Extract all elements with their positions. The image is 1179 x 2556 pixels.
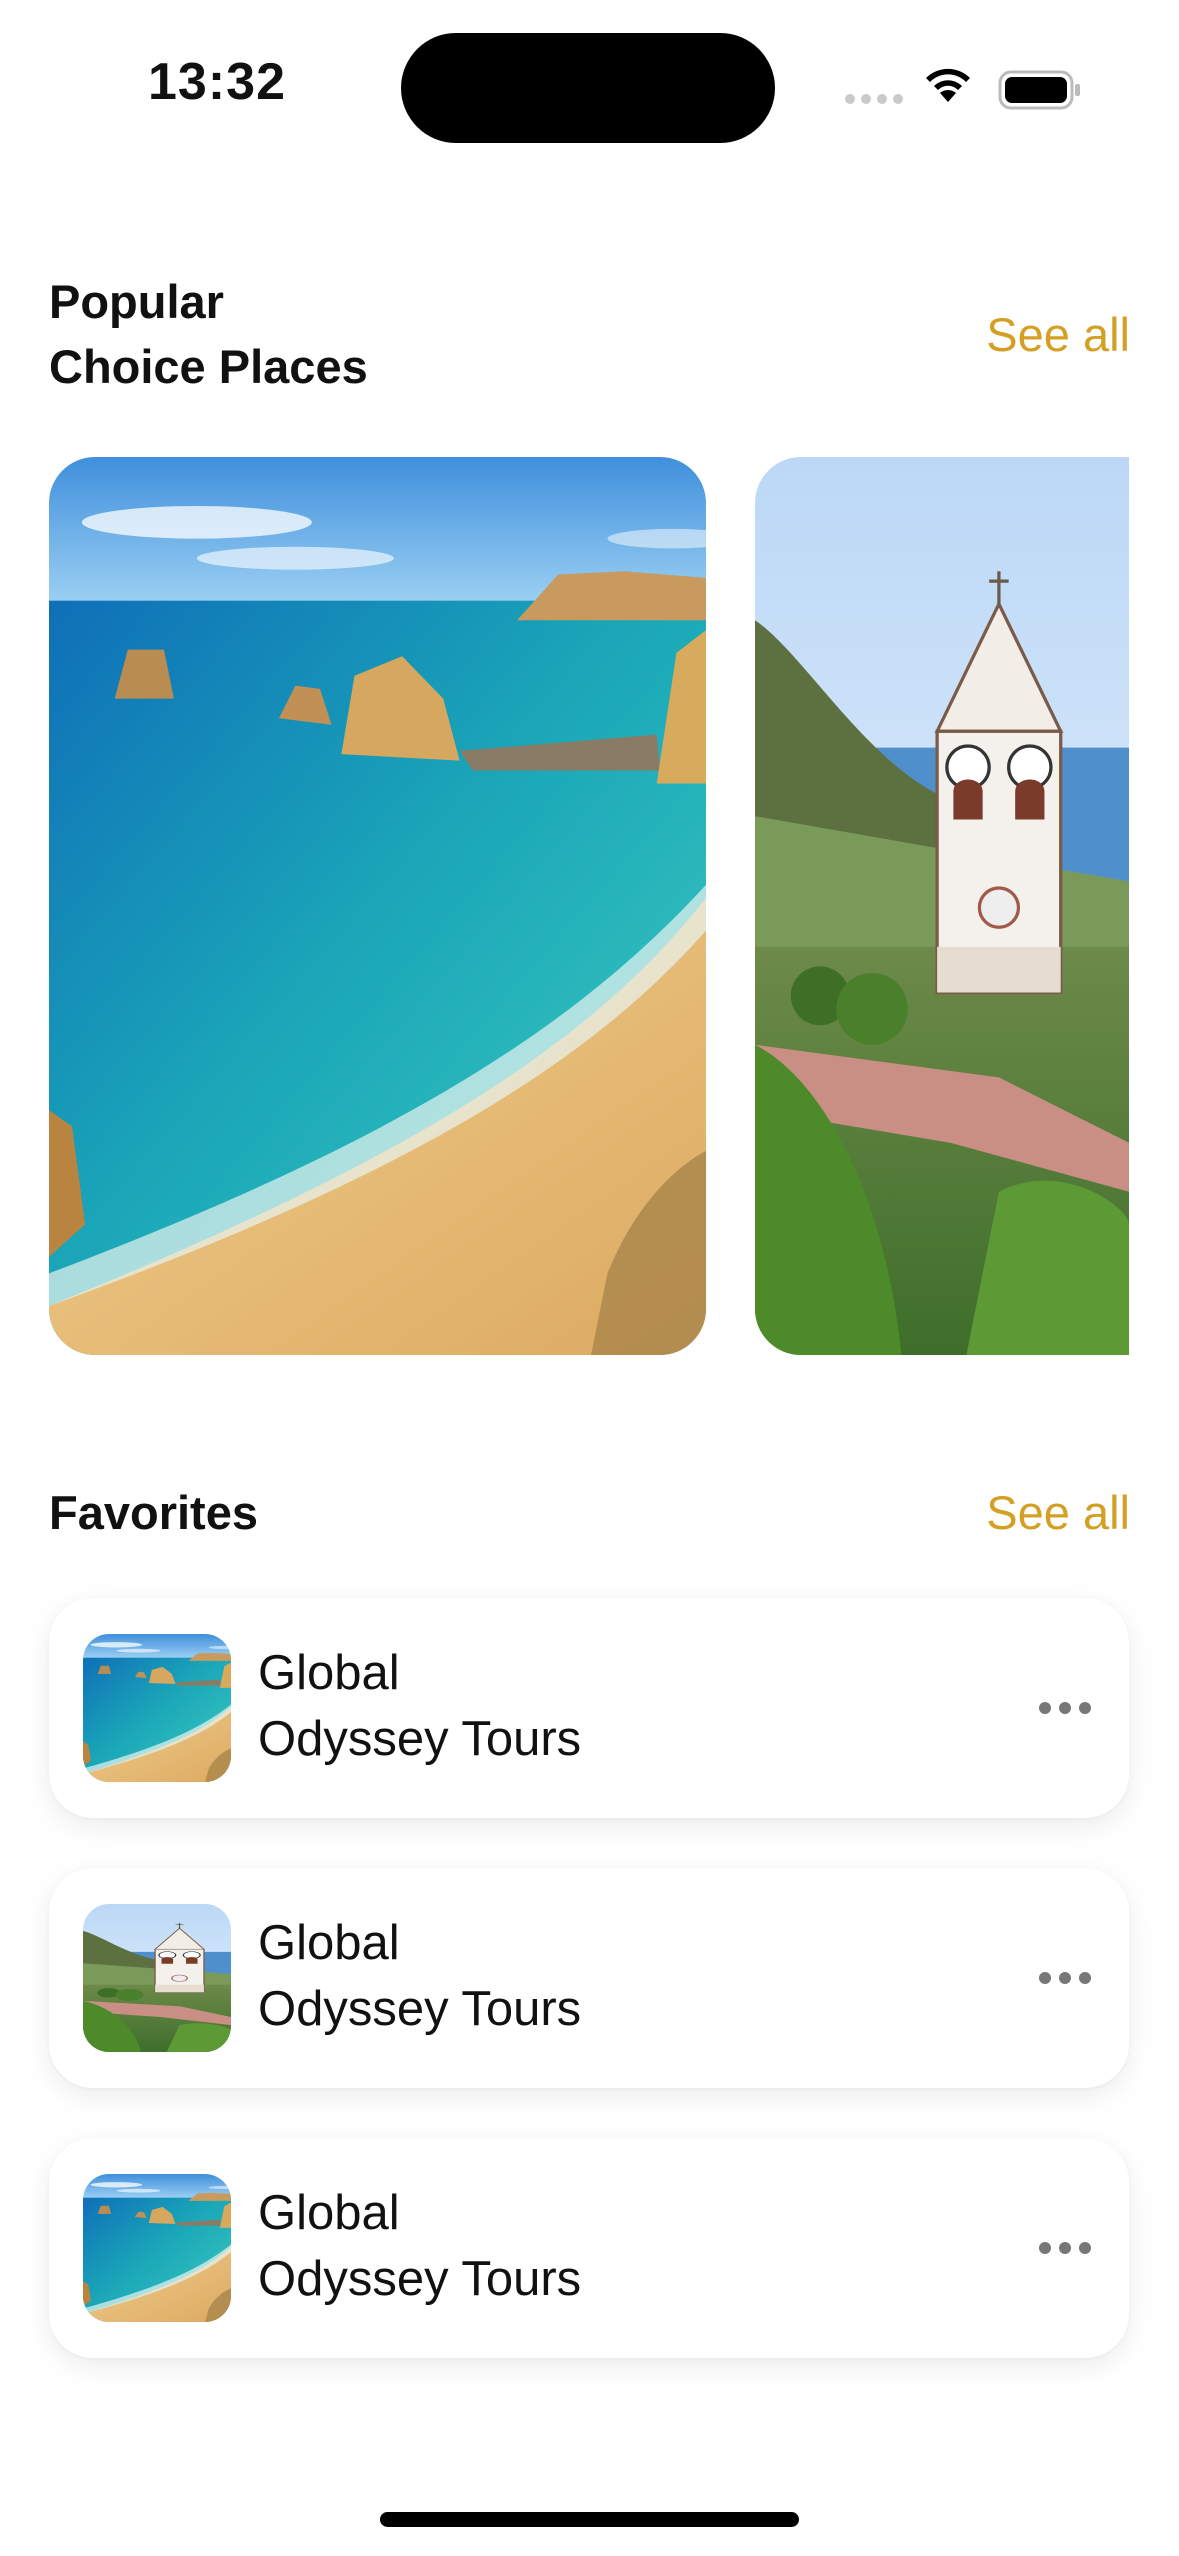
dynamic-island [401, 33, 775, 143]
favorite-title: Global Odyssey Tours [258, 2180, 581, 2312]
more-options-icon[interactable] [1039, 1702, 1091, 1714]
favorite-thumbnail [83, 1904, 231, 2052]
battery-icon [998, 70, 1080, 110]
favorite-title-line1: Global [258, 2186, 400, 2240]
favorite-title-line2: Odyssey Tours [258, 1982, 582, 2036]
clock-tower-photo [83, 1904, 231, 2052]
place-card[interactable] [755, 457, 1129, 1355]
favorite-title-line1: Global [258, 1916, 400, 1970]
home-indicator[interactable] [380, 2512, 799, 2527]
beach-cove-photo [83, 1634, 231, 1782]
favorite-thumbnail [83, 2174, 231, 2322]
favorite-item[interactable]: Global Odyssey Tours [49, 1598, 1129, 1818]
favorite-title: Global Odyssey Tours [258, 1640, 581, 1772]
favorite-item[interactable]: Global Odyssey Tours [49, 1868, 1129, 2088]
status-time: 13:32 [148, 53, 286, 111]
clock-tower-photo [755, 457, 1129, 1355]
more-options-icon[interactable] [1039, 1972, 1091, 1984]
favorite-thumbnail [83, 1634, 231, 1782]
status-bar: 13:32 [0, 0, 1179, 143]
favorite-title-line2: Odyssey Tours [258, 2252, 582, 2306]
place-card[interactable] [49, 457, 706, 1355]
popular-title-line1: Popular [49, 275, 224, 328]
popular-title-line2: Choice Places [49, 340, 368, 393]
beach-cove-photo [49, 457, 706, 1355]
favorite-title: Global Odyssey Tours [258, 1910, 581, 2042]
beach-cove-photo [83, 2174, 231, 2322]
favorites-section-title: Favorites [49, 1486, 258, 1539]
popular-see-all-link[interactable]: See all [986, 302, 1130, 367]
wifi-icon [926, 68, 970, 102]
favorites-see-all-link[interactable]: See all [986, 1480, 1130, 1545]
cellular-signal-icon [845, 94, 905, 104]
more-options-icon[interactable] [1039, 2242, 1091, 2254]
popular-section-title: Popular Choice Places [49, 269, 368, 399]
favorite-title-line1: Global [258, 1646, 400, 1700]
favorite-title-line2: Odyssey Tours [258, 1712, 582, 1766]
favorite-item[interactable]: Global Odyssey Tours [49, 2138, 1129, 2358]
